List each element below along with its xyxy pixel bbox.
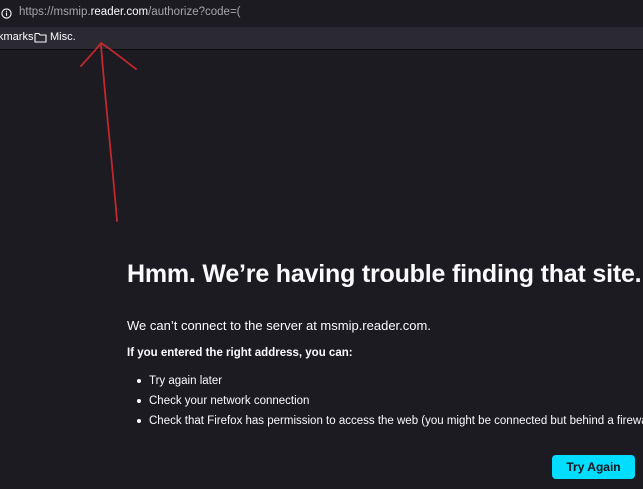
- try-again-button[interactable]: Try Again: [552, 455, 635, 479]
- error-title: Hmm. We’re having trouble finding that s…: [127, 260, 642, 288]
- suggestions-list: Try again later Check your network conne…: [137, 373, 643, 433]
- url-prefix: https://msmip.: [19, 6, 91, 18]
- folder-icon: [34, 32, 47, 43]
- suggestion-item: Try again later: [137, 373, 643, 393]
- info-icon[interactable]: [1, 8, 12, 19]
- bookmark-label: kmarks: [0, 31, 34, 43]
- bookmark-item-bookmarks[interactable]: kmarks: [0, 31, 33, 43]
- suggestion-item: Check that Firefox has permission to acc…: [137, 413, 643, 433]
- error-description: We can’t connect to the server at msmip.…: [127, 318, 431, 333]
- bookmark-label: Misc.: [50, 31, 76, 43]
- url-bar[interactable]: https://msmip.reader.com/authorize?code=…: [0, 0, 643, 27]
- bookmark-item-misc[interactable]: Misc.: [34, 31, 76, 43]
- url-domain: reader.com: [90, 6, 149, 18]
- bookmarks-bar: kmarks Misc.: [0, 27, 643, 50]
- url-text[interactable]: https://msmip.reader.com/authorize?code=…: [19, 6, 241, 18]
- url-suffix: /authorize?code=(: [148, 6, 241, 18]
- suggestion-item: Check your network connection: [137, 393, 643, 413]
- suggestions-heading: If you entered the right address, you ca…: [127, 347, 353, 359]
